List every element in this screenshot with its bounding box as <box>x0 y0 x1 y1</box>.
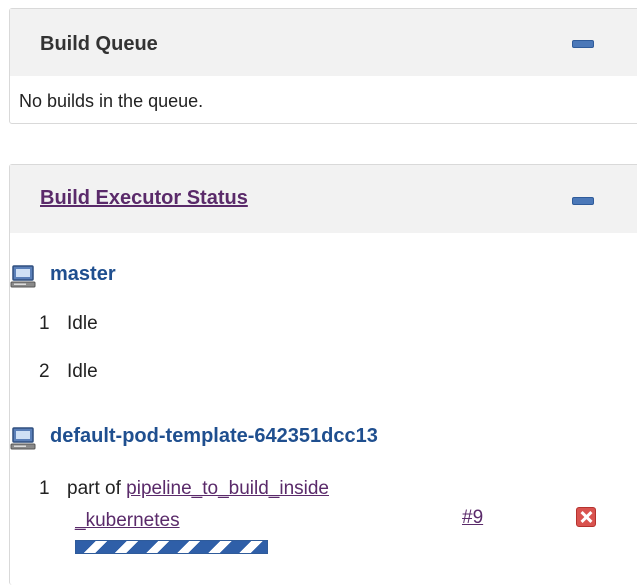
executor-number: 2 <box>39 361 50 382</box>
executor-row: 1 part of pipeline_to_build_inside <box>39 478 329 500</box>
executor-row: 2 Idle <box>39 361 98 383</box>
executor-prefix: part of <box>67 478 121 499</box>
job-link[interactable]: _kubernetes <box>75 510 180 531</box>
node-name-link[interactable]: default-pod-template-642351dcc13 <box>50 425 378 448</box>
collapse-icon[interactable] <box>572 40 594 48</box>
executor-row: 1 Idle <box>39 313 98 335</box>
build-queue-title: Build Queue <box>40 33 158 55</box>
executor-status: Idle <box>67 361 98 382</box>
computer-icon <box>10 265 36 288</box>
build-progress-bar <box>75 540 268 554</box>
executor-status: Idle <box>67 313 98 334</box>
build-executor-status-header: Build Executor Status <box>10 165 637 233</box>
stop-build-icon[interactable] <box>576 507 596 527</box>
build-executor-status-title[interactable]: Build Executor Status <box>40 187 248 210</box>
executor-number: 1 <box>39 478 50 499</box>
build-queue-header: Build Queue <box>10 9 637 76</box>
build-queue-panel: Build Queue No builds in the queue. <box>9 8 637 124</box>
collapse-icon[interactable] <box>572 197 594 205</box>
node-name-link[interactable]: master <box>50 263 116 286</box>
build-queue-empty-message: No builds in the queue. <box>19 91 204 111</box>
job-link[interactable]: pipeline_to_build_inside <box>126 478 329 499</box>
job-link-continuation: _kubernetes <box>75 510 180 532</box>
computer-icon <box>10 427 36 450</box>
build-number-link[interactable]: #9 <box>462 507 483 529</box>
executor-number: 1 <box>39 313 50 334</box>
